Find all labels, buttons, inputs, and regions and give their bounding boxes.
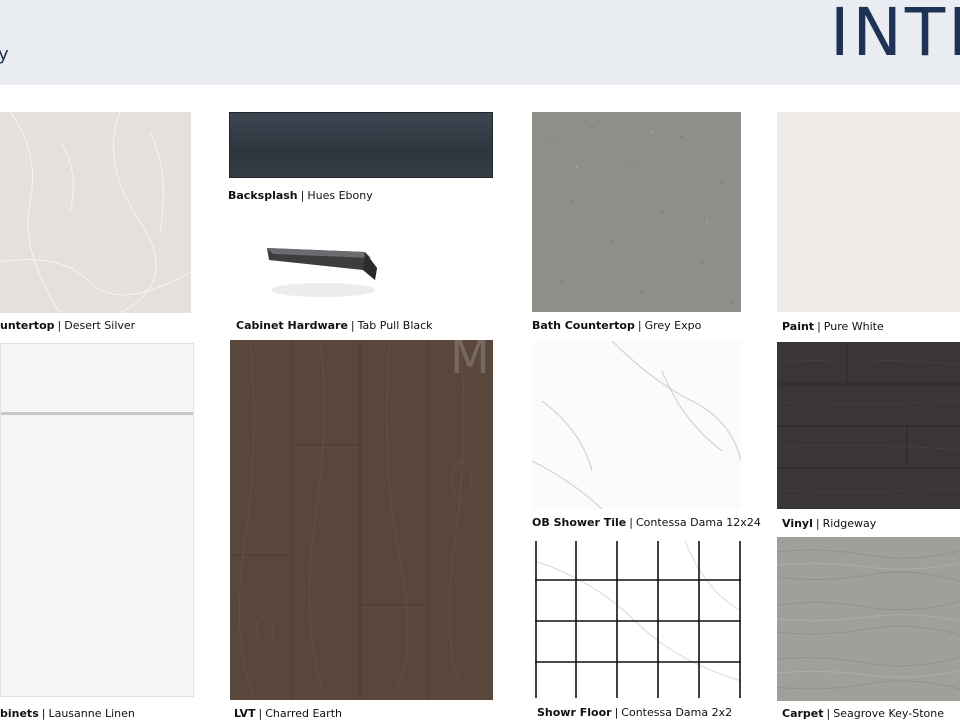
wood-grain-texture xyxy=(230,340,473,700)
bath-countertop-caption: Bath Countertop | Grey Expo xyxy=(532,319,702,332)
cabinets-swatch xyxy=(0,343,194,697)
countertop-caption: untertop | Desert Silver xyxy=(0,319,136,332)
cabinet-hardware-image xyxy=(255,228,390,308)
carpet-swatch xyxy=(777,537,960,701)
cabinet-hardware-caption: Cabinet Hardware | Tab Pull Black xyxy=(236,319,433,332)
page-title: INTE xyxy=(830,0,960,71)
tab-pull-handle-icon xyxy=(267,248,377,297)
paint-caption: Paint | Pure White xyxy=(782,320,884,333)
countertop-swatch xyxy=(0,112,191,313)
mosaic-grid-texture xyxy=(535,541,741,698)
carpet-texture xyxy=(777,549,960,690)
lvt-swatch xyxy=(230,340,493,700)
paint-swatch xyxy=(777,112,960,312)
backsplash-caption: Backsplash | Hues Ebony xyxy=(228,189,373,202)
watermark: MLS xyxy=(450,330,557,384)
page-subtitle: y xyxy=(0,44,9,65)
ob-shower-tile-caption: OB Shower Tile | Contessa Dama 12x24 xyxy=(532,516,761,529)
backsplash-swatch xyxy=(229,112,493,178)
lvt-caption: LVT | Charred Earth xyxy=(234,707,342,720)
ob-shower-tile-swatch xyxy=(532,341,741,509)
bath-countertop-swatch xyxy=(532,112,741,312)
cabinets-caption: binets | Lausanne Linen xyxy=(0,707,135,720)
speckle-texture xyxy=(546,126,733,303)
shower-floor-swatch xyxy=(535,541,741,698)
vinyl-caption: Vinyl | Ridgeway xyxy=(782,517,877,530)
marble-vein-texture xyxy=(0,112,191,313)
wood-grain-texture xyxy=(777,342,960,492)
marble-vein-texture xyxy=(532,341,741,509)
carpet-caption: Carpet | Seagrove Key-Stone xyxy=(782,707,944,720)
cabinet-drawer-divider xyxy=(1,412,193,415)
shower-floor-caption: Showr Floor | Contessa Dama 2x2 xyxy=(537,706,733,719)
page-header: y INTE xyxy=(0,0,960,85)
vinyl-swatch xyxy=(777,342,960,509)
